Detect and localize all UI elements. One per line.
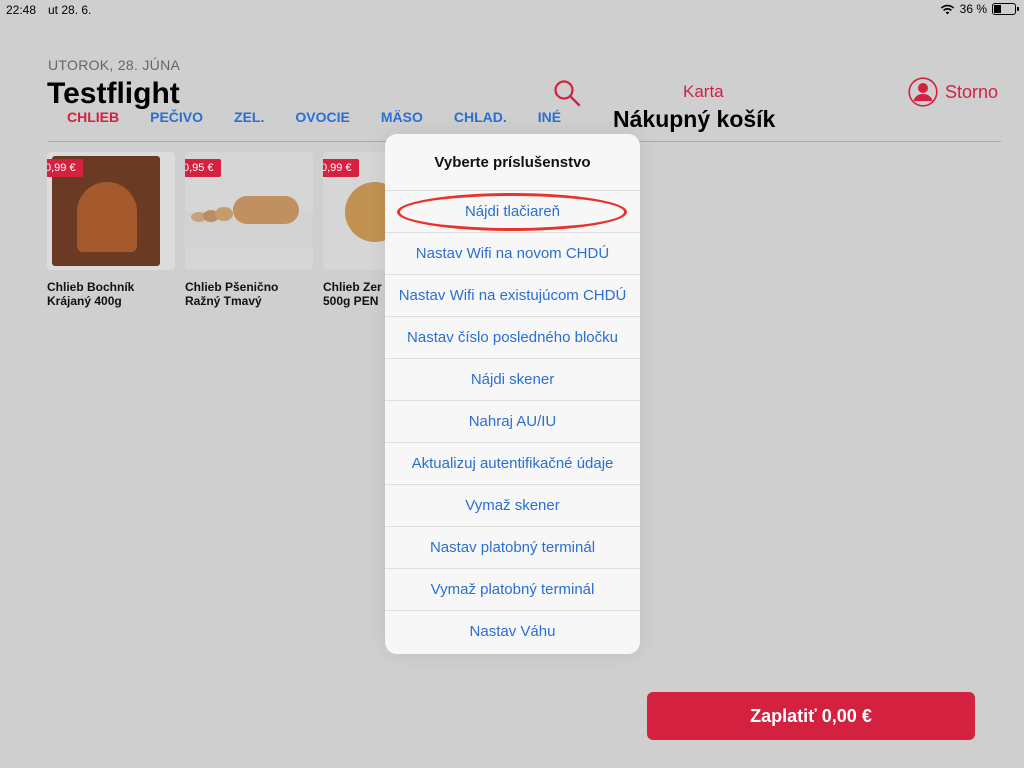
- price-badge: 0,99 €: [47, 159, 83, 177]
- product-name: Chlieb Pšenično Ražný Tmavý: [185, 280, 279, 308]
- user-avatar-icon[interactable]: [908, 77, 938, 107]
- menu-item-last-receipt-number[interactable]: Nastav číslo posledného bločku: [385, 317, 640, 359]
- storno-button[interactable]: Storno: [945, 82, 998, 103]
- menu-item-set-payment-terminal[interactable]: Nastav platobný terminál: [385, 527, 640, 569]
- popover-title: Vyberte príslušenstvo: [385, 134, 640, 191]
- karta-button[interactable]: Karta: [683, 82, 724, 102]
- status-bar: 22:48 ut 28. 6. 36 %: [0, 0, 1024, 20]
- product-image: 0,99 €: [47, 152, 175, 270]
- menu-item-delete-payment-terminal[interactable]: Vymaž platobný terminál: [385, 569, 640, 611]
- category-tabs: CHLIEB PEČIVO ZEL. OVOCIE MÄSO CHLAD. IN…: [48, 109, 592, 125]
- product-card[interactable]: 0,99 € Chlieb Bochník Krájaný 400g: [47, 152, 175, 308]
- product-name: Chlieb Bochník Krájaný 400g: [47, 280, 135, 308]
- status-date: ut 28. 6.: [48, 3, 92, 17]
- product-card[interactable]: 0,95 € Chlieb Pšenično Ražný Tmavý: [185, 152, 313, 308]
- menu-item-upload-au-iu[interactable]: Nahraj AU/IU: [385, 401, 640, 443]
- menu-item-update-auth[interactable]: Aktualizuj autentifikačné údaje: [385, 443, 640, 485]
- accessory-popover: Vyberte príslušenstvo Nájdi tlačiareň Na…: [385, 134, 640, 654]
- pay-button[interactable]: Zaplatiť 0,00 €: [647, 692, 975, 740]
- status-time: 22:48: [6, 3, 37, 17]
- menu-item-find-printer[interactable]: Nájdi tlačiareň: [385, 191, 640, 233]
- wifi-icon: [940, 4, 954, 14]
- menu-item-wifi-existing-chdu[interactable]: Nastav Wifi na existujúcom CHDÚ: [385, 275, 640, 317]
- cart-title: Nákupný košík: [613, 106, 776, 132]
- battery-fill: [994, 5, 1002, 13]
- tab-ine[interactable]: INÉ: [538, 109, 561, 125]
- tab-chlieb[interactable]: CHLIEB: [67, 109, 119, 125]
- battery-percent: 36 %: [959, 2, 987, 16]
- app-title: Testflight: [47, 77, 180, 110]
- price-badge: 0,95 €: [185, 159, 221, 177]
- date-label: UTOROK, 28. JÚNA: [48, 57, 181, 73]
- tab-maso[interactable]: MÄSO: [381, 109, 423, 125]
- tab-pecivo[interactable]: PEČIVO: [150, 109, 203, 125]
- tab-zel[interactable]: ZEL.: [234, 109, 264, 125]
- search-icon[interactable]: [553, 79, 581, 107]
- tab-chlad[interactable]: CHLAD.: [454, 109, 507, 125]
- status-right: 36 %: [940, 2, 1019, 16]
- menu-item-find-scanner[interactable]: Nájdi skener: [385, 359, 640, 401]
- product-image: 0,95 €: [185, 152, 313, 270]
- battery-icon: [992, 3, 1019, 15]
- menu-item-set-scale[interactable]: Nastav Váhu: [385, 611, 640, 652]
- menu-item-wifi-new-chdu[interactable]: Nastav Wifi na novom CHDÚ: [385, 233, 640, 275]
- tab-ovocie[interactable]: OVOCIE: [295, 109, 349, 125]
- menu-item-delete-scanner[interactable]: Vymaž skener: [385, 485, 640, 527]
- price-badge: 0,99 €: [323, 159, 359, 177]
